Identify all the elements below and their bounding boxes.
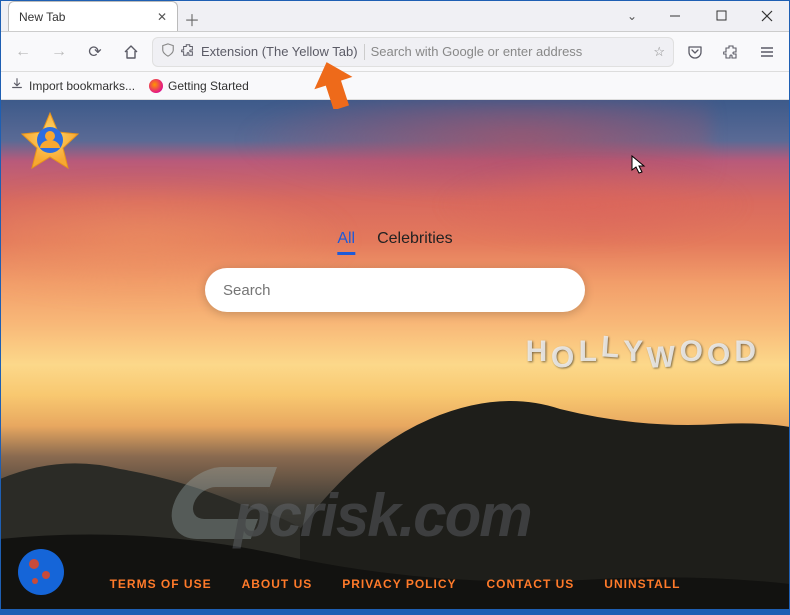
maximize-button[interactable] (698, 0, 744, 32)
extensions-button[interactable] (716, 37, 746, 67)
back-button[interactable]: ← (8, 37, 38, 67)
extension-icon[interactable] (181, 43, 195, 60)
star-logo (18, 110, 82, 174)
mouse-cursor-icon (631, 155, 647, 175)
footer-contact[interactable]: CONTACT US (487, 577, 575, 591)
import-bookmarks-label: Import bookmarks... (29, 79, 135, 93)
tab-title: New Tab (19, 10, 65, 24)
app-menu-button[interactable] (752, 37, 782, 67)
tab-all[interactable]: All (337, 230, 355, 255)
bookmarks-toolbar: Import bookmarks... Getting Started (0, 72, 790, 100)
close-window-button[interactable] (744, 0, 790, 32)
tab-celebrities[interactable]: Celebrities (377, 230, 453, 255)
import-bookmarks-item[interactable]: Import bookmarks... (10, 77, 135, 94)
hills-silhouette (0, 279, 790, 609)
import-icon (10, 77, 24, 94)
search-box[interactable] (205, 268, 585, 312)
forward-button[interactable]: → (44, 37, 74, 67)
extension-label: Extension (The Yellow Tab) (201, 44, 358, 59)
footer-terms[interactable]: TERMS OF USE (110, 577, 212, 591)
hollywood-sign: HOLLYWOOD (526, 335, 760, 369)
save-to-pocket-button[interactable] (680, 37, 710, 67)
footer-links: TERMS OF USE ABOUT US PRIVACY POLICY CON… (0, 577, 790, 591)
page-content: HOLLYWOOD All Celebrities pcrisk.com TER… (0, 100, 790, 609)
address-bar[interactable]: Extension (The Yellow Tab) Search with G… (152, 37, 674, 67)
browser-tab[interactable]: New Tab ✕ (8, 1, 178, 31)
window-titlebar: New Tab ✕ ＋ ⌄ (0, 0, 790, 32)
footer-about[interactable]: ABOUT US (242, 577, 313, 591)
tab-strip: New Tab ✕ ＋ (0, 0, 612, 31)
window-resize-edge[interactable] (0, 609, 790, 615)
tabs-dropdown-button[interactable]: ⌄ (612, 0, 652, 31)
reload-button[interactable]: ⟳ (80, 37, 110, 67)
annotation-arrow-icon (314, 61, 354, 109)
getting-started-bookmark[interactable]: Getting Started (149, 79, 249, 93)
firefox-icon (149, 79, 163, 93)
close-icon[interactable]: ✕ (157, 10, 167, 24)
bookmark-star-icon[interactable]: ☆ (653, 44, 665, 60)
minimize-button[interactable] (652, 0, 698, 32)
getting-started-label: Getting Started (168, 79, 249, 93)
search-category-tabs: All Celebrities (337, 230, 452, 255)
address-placeholder: Search with Google or enter address (371, 44, 648, 59)
footer-uninstall[interactable]: UNINSTALL (604, 577, 680, 591)
separator (364, 44, 365, 60)
footer-privacy[interactable]: PRIVACY POLICY (342, 577, 456, 591)
background-image: HOLLYWOOD (0, 100, 790, 609)
shield-icon[interactable] (161, 43, 175, 60)
new-tab-button[interactable]: ＋ (178, 7, 206, 31)
window-controls (652, 0, 790, 31)
search-input[interactable] (223, 282, 567, 299)
browser-toolbar: ← → ⟳ Extension (The Yellow Tab) Search … (0, 32, 790, 72)
home-button[interactable] (116, 37, 146, 67)
